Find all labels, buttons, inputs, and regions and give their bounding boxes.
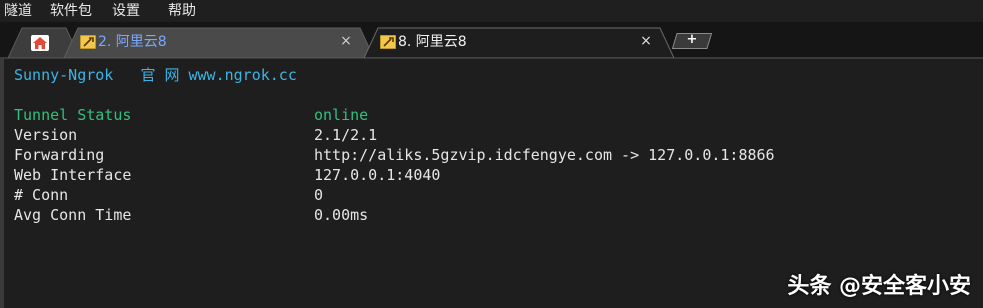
tool-icon — [380, 35, 396, 49]
watermark: 头条 @安全客小安 — [787, 274, 971, 299]
tunnel-status-value: online — [314, 106, 369, 124]
web-interface-value: 127.0.0.1:4040 — [314, 166, 441, 184]
close-icon[interactable]: × — [338, 32, 354, 50]
menu-item-tunnel[interactable]: 隧道 — [4, 1, 32, 21]
forwarding-value: http://aliks.5gzvip.idcfengye.com -> 127… — [314, 146, 775, 164]
tab-bar: 2. 阿里云8 × 8. 阿里云8 × + — [0, 22, 983, 58]
tool-icon — [80, 35, 96, 49]
conn-count-value: 0 — [314, 186, 324, 204]
conn-count-label: # Conn — [14, 186, 69, 204]
close-icon[interactable]: × — [638, 32, 654, 50]
tab-label: 2. 阿里云8 — [98, 34, 167, 50]
menu-bar: 隧道 软件包 设置 帮助 — [0, 0, 983, 22]
tab-label: 8. 阿里云8 — [398, 34, 467, 50]
menu-item-packages[interactable]: 软件包 — [50, 1, 92, 21]
version-label: Version — [14, 126, 78, 144]
site-url: www.ngrok.cc — [188, 66, 297, 84]
forwarding-label: Forwarding — [14, 146, 105, 164]
menu-item-settings[interactable]: 设置 — [112, 1, 140, 21]
avg-conn-time-value: 0.00ms — [314, 206, 369, 224]
tunnel-status-label: Tunnel Status — [14, 106, 132, 124]
official-site-label: 官 网 — [140, 66, 180, 84]
plus-icon[interactable]: + — [684, 31, 700, 49]
avg-conn-time-label: Avg Conn Time — [14, 206, 132, 224]
web-interface-label: Web Interface — [14, 166, 132, 184]
version-value: 2.1/2.1 — [314, 126, 378, 144]
brand-line: Sunny-Ngrok 官 网 www.ngrok.cc — [14, 65, 297, 85]
menu-item-help[interactable]: 帮助 — [168, 1, 196, 21]
home-icon[interactable] — [30, 34, 50, 52]
brand-name: Sunny-Ngrok — [14, 66, 114, 84]
